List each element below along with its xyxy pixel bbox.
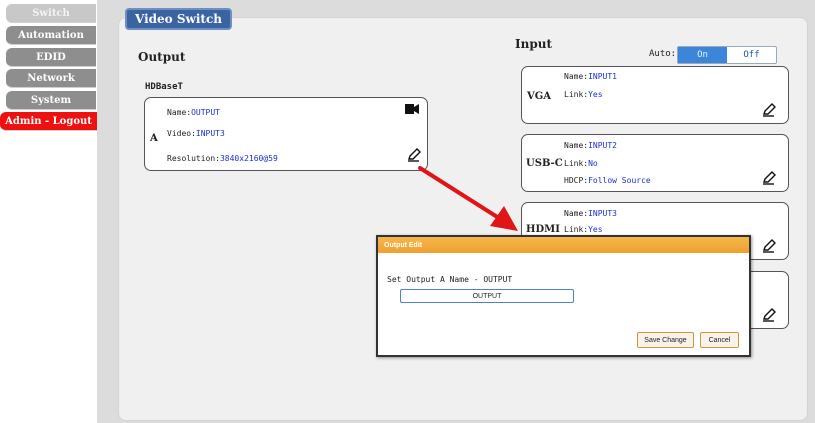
output-video-value: INPUT3 [195,129,225,138]
usbc-port-label: USB-C [526,158,563,169]
sidebar-nav: Switch Automation EDID Network System Ad… [0,0,97,423]
vga-link-row: Link:Yes [564,90,603,99]
output-edit-dialog: Output Edit Set Output A Name - OUTPUT O… [376,235,751,357]
vga-name-row: Name:INPUT1 [564,72,617,81]
usbc-link-row: Link:No [564,159,598,168]
sidebar-item-network[interactable]: Network [6,69,96,88]
output-video-key: Video: [167,129,196,138]
input-heading: Input [515,37,552,51]
usbc-hdcp-key: HDCP: [564,176,589,185]
input4-edit-pencil-icon[interactable] [762,308,776,322]
dialog-title: Output Edit [378,237,749,253]
usbc-hdcp-value: Follow Source [588,176,651,185]
dialog-prompt: Set Output A Name - OUTPUT [387,275,513,284]
usbc-name-value: INPUT2 [588,141,617,150]
auto-off-button[interactable]: Off [727,47,776,63]
input-card-vga[interactable]: Name:INPUT1 VGA Link:Yes [521,66,789,124]
vga-port-label: VGA [527,91,552,102]
hdmi-link-value: Yes [588,225,603,234]
auto-on-button[interactable]: On [678,47,727,63]
video-camera-icon [405,104,419,114]
output-resolution-value: 3840x2160@59 [219,154,278,163]
sidebar-item-edid[interactable]: EDID [6,48,96,67]
output-name-input[interactable]: OUTPUT [400,289,574,303]
output-resolution-key: Resolution: [167,154,220,163]
vga-link-value: Yes [588,90,603,99]
usbc-edit-pencil-icon[interactable] [762,171,776,185]
vga-name-key: Name: [564,72,589,81]
usbc-link-value: No [588,159,598,168]
usbc-link-key: Link: [564,159,589,168]
input-card-usbc[interactable]: Name:INPUT2 USB-C Link:No HDCP:Follow So… [521,134,789,192]
output-card-a: Name:OUTPUT A Video:INPUT3 Resolution:38… [144,97,428,171]
sidebar-item-switch[interactable]: Switch [6,4,96,23]
usbc-hdcp-row: HDCP:Follow Source [564,176,651,185]
sidebar-item-system[interactable]: System [6,91,96,110]
output-name-row: Name:OUTPUT [167,108,220,117]
hdmi-link-key: Link: [564,225,589,234]
save-change-button[interactable]: Save Change [637,332,694,348]
hdmi-name-value: INPUT3 [588,209,617,218]
page-title-tab: Video Switch [125,8,232,30]
vga-link-key: Link: [564,90,589,99]
usbc-name-key: Name: [564,141,589,150]
hdbaset-label: HDBaseT [145,82,183,92]
vga-edit-pencil-icon[interactable] [762,103,776,117]
auto-label: Auto: [649,49,677,59]
output-name-value: OUTPUT [191,108,220,117]
output-edit-pencil-icon[interactable] [407,148,421,162]
vga-name-value: INPUT1 [588,72,617,81]
output-resolution-row: Resolution:3840x2160@59 [167,154,278,163]
sidebar-item-automation[interactable]: Automation [6,26,96,45]
output-name-key: Name: [167,108,192,117]
cancel-button[interactable]: Cancel [700,332,739,348]
output-port-label: A [150,133,158,144]
output-heading: Output [138,50,186,64]
hdmi-link-row: Link:Yes [564,225,603,234]
hdmi-name-row: Name:INPUT3 [564,209,617,218]
hdmi-edit-pencil-icon[interactable] [762,239,776,253]
hdmi-name-key: Name: [564,209,589,218]
logout-button[interactable]: Admin - Logout [0,112,97,131]
usbc-name-row: Name:INPUT2 [564,141,617,150]
output-video-row: Video:INPUT3 [167,129,225,138]
auto-toggle[interactable]: On Off [677,46,777,64]
hdmi-port-label: HDMI [526,224,560,235]
